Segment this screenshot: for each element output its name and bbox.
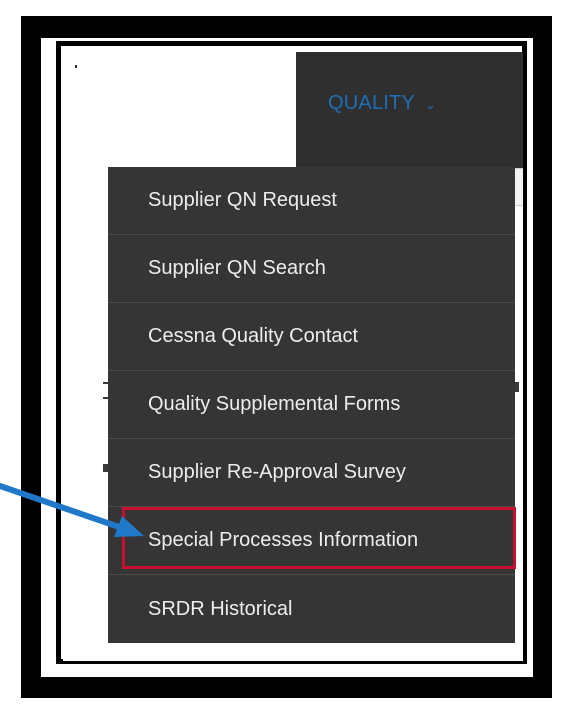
menu-item-label: Cessna Quality Contact bbox=[148, 325, 359, 347]
menu-item-label: Quality Supplemental Forms bbox=[148, 393, 401, 415]
menu-item-cessna-quality-contact[interactable]: Cessna Quality Contact bbox=[108, 303, 515, 371]
chevron-down-icon: ⌄ bbox=[424, 96, 437, 112]
background-content bbox=[515, 382, 519, 392]
menu-item-label: Supplier QN Search bbox=[148, 257, 326, 279]
page-viewport: QUALITY ⌄ Supplier QN Request Supplier Q… bbox=[63, 52, 523, 661]
menu-item-quality-supplemental-forms[interactable]: Quality Supplemental Forms bbox=[108, 371, 515, 439]
menu-item-supplier-qn-request[interactable]: Supplier QN Request bbox=[108, 167, 515, 235]
menu-item-label: Supplier Re-Approval Survey bbox=[148, 461, 406, 483]
menu-item-special-processes-information[interactable]: Special Processes Information bbox=[108, 507, 515, 575]
menu-item-supplier-re-approval-survey[interactable]: Supplier Re-Approval Survey bbox=[108, 439, 515, 507]
quality-dropdown-menu: Supplier QN Request Supplier QN Search C… bbox=[108, 167, 515, 643]
quality-menu-button[interactable]: QUALITY ⌄ bbox=[328, 92, 436, 115]
menu-item-label: Special Processes Information bbox=[148, 529, 419, 551]
quality-menu-label: QUALITY bbox=[328, 92, 415, 114]
menu-item-supplier-qn-search[interactable]: Supplier QN Search bbox=[108, 235, 515, 303]
page-artifact bbox=[75, 65, 77, 68]
menu-item-label: Supplier QN Request bbox=[148, 189, 337, 211]
menu-item-label: SRDR Historical bbox=[148, 597, 293, 620]
menu-item-srdr-historical[interactable]: SRDR Historical bbox=[108, 575, 515, 643]
